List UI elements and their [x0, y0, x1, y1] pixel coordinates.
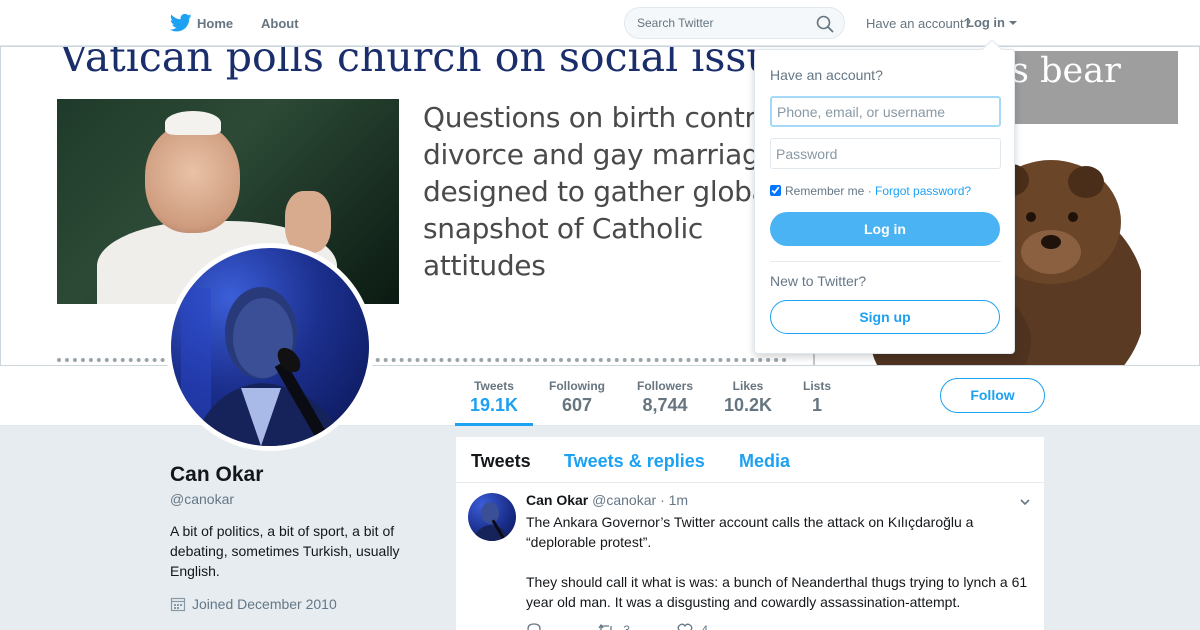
profile-name[interactable]: Can Okar: [170, 463, 263, 487]
timeline: Tweets Tweets & replies Media Can Okar @…: [456, 437, 1044, 630]
stat-label: Followers: [636, 379, 693, 393]
profile-joined: Joined December 2010: [170, 596, 337, 612]
tweet-item[interactable]: Can Okar @canokar · 1m The Ankara Govern…: [456, 483, 1044, 630]
profile-handle[interactable]: @canokar: [170, 491, 234, 507]
dropdown-title: Have an account?: [770, 67, 883, 83]
login-button[interactable]: Log in: [770, 212, 1000, 246]
tweet-actions: 3 4: [526, 623, 752, 630]
reply-icon: [527, 623, 541, 630]
tweet-avatar-silhouette: [472, 502, 510, 541]
banner-headline: Vatican polls church on social issues: [59, 46, 819, 81]
login-dropdown-toggle[interactable]: Log in: [966, 15, 1005, 30]
pope-hand: [285, 191, 331, 253]
stat-value: 8,744: [642, 395, 688, 415]
tweet-author-name[interactable]: Can Okar: [526, 492, 588, 508]
retweet-button[interactable]: 3: [597, 623, 630, 630]
stat-label: Likes: [732, 379, 764, 393]
calendar-icon: [170, 597, 186, 612]
have-account-text: Have an account?: [866, 16, 971, 31]
stat-value: 10.2K: [723, 395, 773, 415]
forgot-password-link[interactable]: Forgot password?: [875, 184, 971, 198]
chevron-down-icon[interactable]: [1020, 497, 1030, 507]
stat-likes[interactable]: Likes 10.2K: [723, 379, 773, 416]
follow-button[interactable]: Follow: [940, 378, 1045, 413]
tweet-header: Can Okar @canokar · 1m: [526, 492, 688, 508]
banner-right-headline: s bear: [1011, 51, 1121, 91]
timeline-tabs: Tweets Tweets & replies Media: [456, 437, 1044, 483]
tab-tweets-replies[interactable]: Tweets & replies: [564, 451, 705, 472]
username-field[interactable]: [770, 96, 1001, 127]
login-dropdown: Have an account? Remember me · Forgot pa…: [754, 39, 1015, 354]
stat-followers[interactable]: Followers 8,744: [636, 379, 694, 416]
tweet-text: The Ankara Governor’s Twitter account ca…: [526, 514, 1028, 610]
banner-article-text: Questions on birth contro divorce and ga…: [423, 101, 777, 282]
password-field[interactable]: [770, 138, 1001, 169]
nav-about-link[interactable]: About: [261, 16, 299, 31]
remember-row: Remember me · Forgot password?: [770, 184, 971, 198]
tweet-timestamp[interactable]: · 1m: [660, 492, 688, 508]
avatar-person-silhouette: [181, 287, 346, 446]
stat-label: Tweets: [474, 379, 514, 393]
stat-following[interactable]: Following 607: [548, 379, 606, 416]
tab-media[interactable]: Media: [739, 451, 790, 472]
tab-tweets[interactable]: Tweets: [471, 451, 531, 472]
joined-text: Joined December 2010: [192, 596, 337, 612]
tweet-avatar[interactable]: [468, 493, 516, 541]
stat-label: Lists: [802, 379, 831, 393]
chevron-down-icon[interactable]: [1009, 21, 1017, 25]
pope-face: [145, 123, 240, 233]
reply-button[interactable]: [526, 623, 550, 630]
active-tab-underline: [455, 423, 533, 426]
profile-bio: A bit of politics, a bit of sport, a bit…: [170, 523, 400, 579]
search-icon[interactable]: [816, 15, 834, 33]
retweet-count: 3: [623, 623, 631, 630]
like-button[interactable]: 4: [677, 623, 708, 630]
remember-me-checkbox[interactable]: [770, 185, 781, 196]
dropdown-divider: [770, 261, 1001, 262]
stat-tweets[interactable]: Tweets 19.1K: [470, 379, 518, 416]
tweet-author-handle[interactable]: @canokar: [592, 492, 656, 508]
stat-label: Following: [549, 379, 605, 393]
remember-me-label[interactable]: Remember me: [785, 184, 864, 198]
heart-icon: [677, 623, 693, 630]
top-nav: Home About Search Twitter Have an accoun…: [0, 0, 1200, 46]
search-box[interactable]: Search Twitter: [624, 7, 845, 39]
twitter-bird-icon[interactable]: [170, 13, 192, 33]
search-placeholder[interactable]: Search Twitter: [637, 16, 713, 30]
profile-avatar[interactable]: [166, 243, 374, 451]
signup-button[interactable]: Sign up: [770, 300, 1000, 334]
retweet-icon: [598, 623, 612, 630]
stat-value: 607: [561, 395, 593, 415]
stat-value: 1: [811, 395, 822, 415]
nav-home-link[interactable]: Home: [197, 16, 233, 31]
avatar-photo: [171, 248, 369, 446]
new-to-twitter-text: New to Twitter?: [770, 273, 867, 289]
separator-dot: ·: [864, 184, 876, 198]
stat-lists[interactable]: Lists 1: [802, 379, 832, 416]
pope-cap: [165, 111, 221, 135]
like-count: 4: [701, 623, 709, 630]
stat-value: 19.1K: [470, 395, 519, 415]
